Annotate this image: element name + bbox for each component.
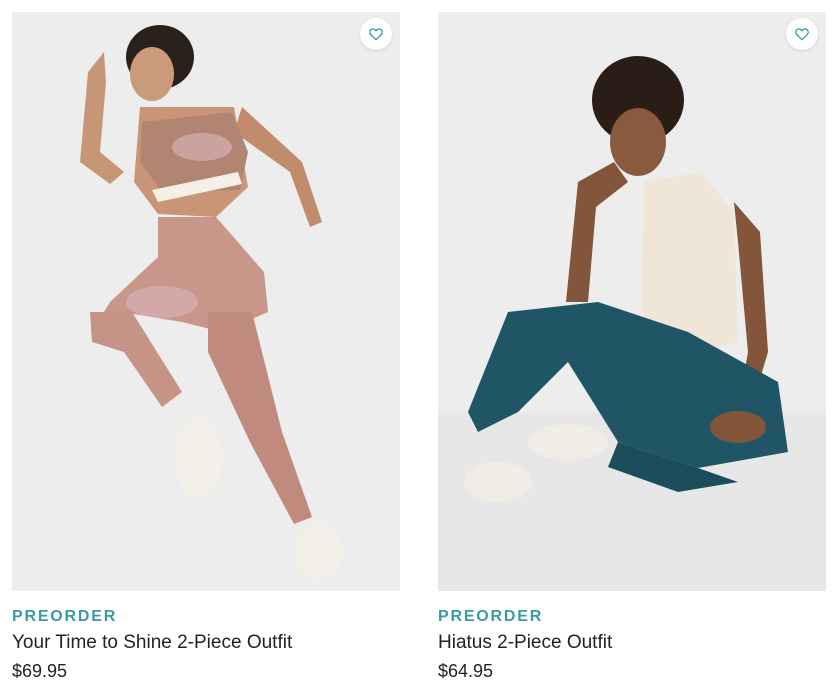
product-card[interactable]: PREORDER Your Time to Shine 2-Piece Outf… — [12, 12, 400, 683]
preorder-badge: PREORDER — [12, 608, 118, 625]
heart-outline-icon — [795, 28, 809, 41]
product-grid: PREORDER Your Time to Shine 2-Piece Outf… — [12, 12, 826, 684]
wishlist-button[interactable] — [360, 18, 392, 50]
product-image[interactable] — [12, 12, 400, 591]
product-price: $64.95 — [438, 661, 494, 681]
preorder-badge: PREORDER — [438, 608, 544, 625]
heart-outline-icon — [369, 28, 383, 41]
product-card[interactable]: PREORDER Hiatus 2-Piece Outfit $64.95 — [438, 12, 826, 683]
wishlist-button[interactable] — [786, 18, 818, 50]
model-photo-seated — [438, 12, 826, 591]
product-image[interactable] — [438, 12, 826, 591]
model-photo-running — [12, 12, 400, 591]
product-name[interactable]: Your Time to Shine 2-Piece Outfit — [12, 631, 400, 655]
product-name[interactable]: Hiatus 2-Piece Outfit — [438, 631, 826, 655]
product-price: $69.95 — [12, 661, 68, 681]
